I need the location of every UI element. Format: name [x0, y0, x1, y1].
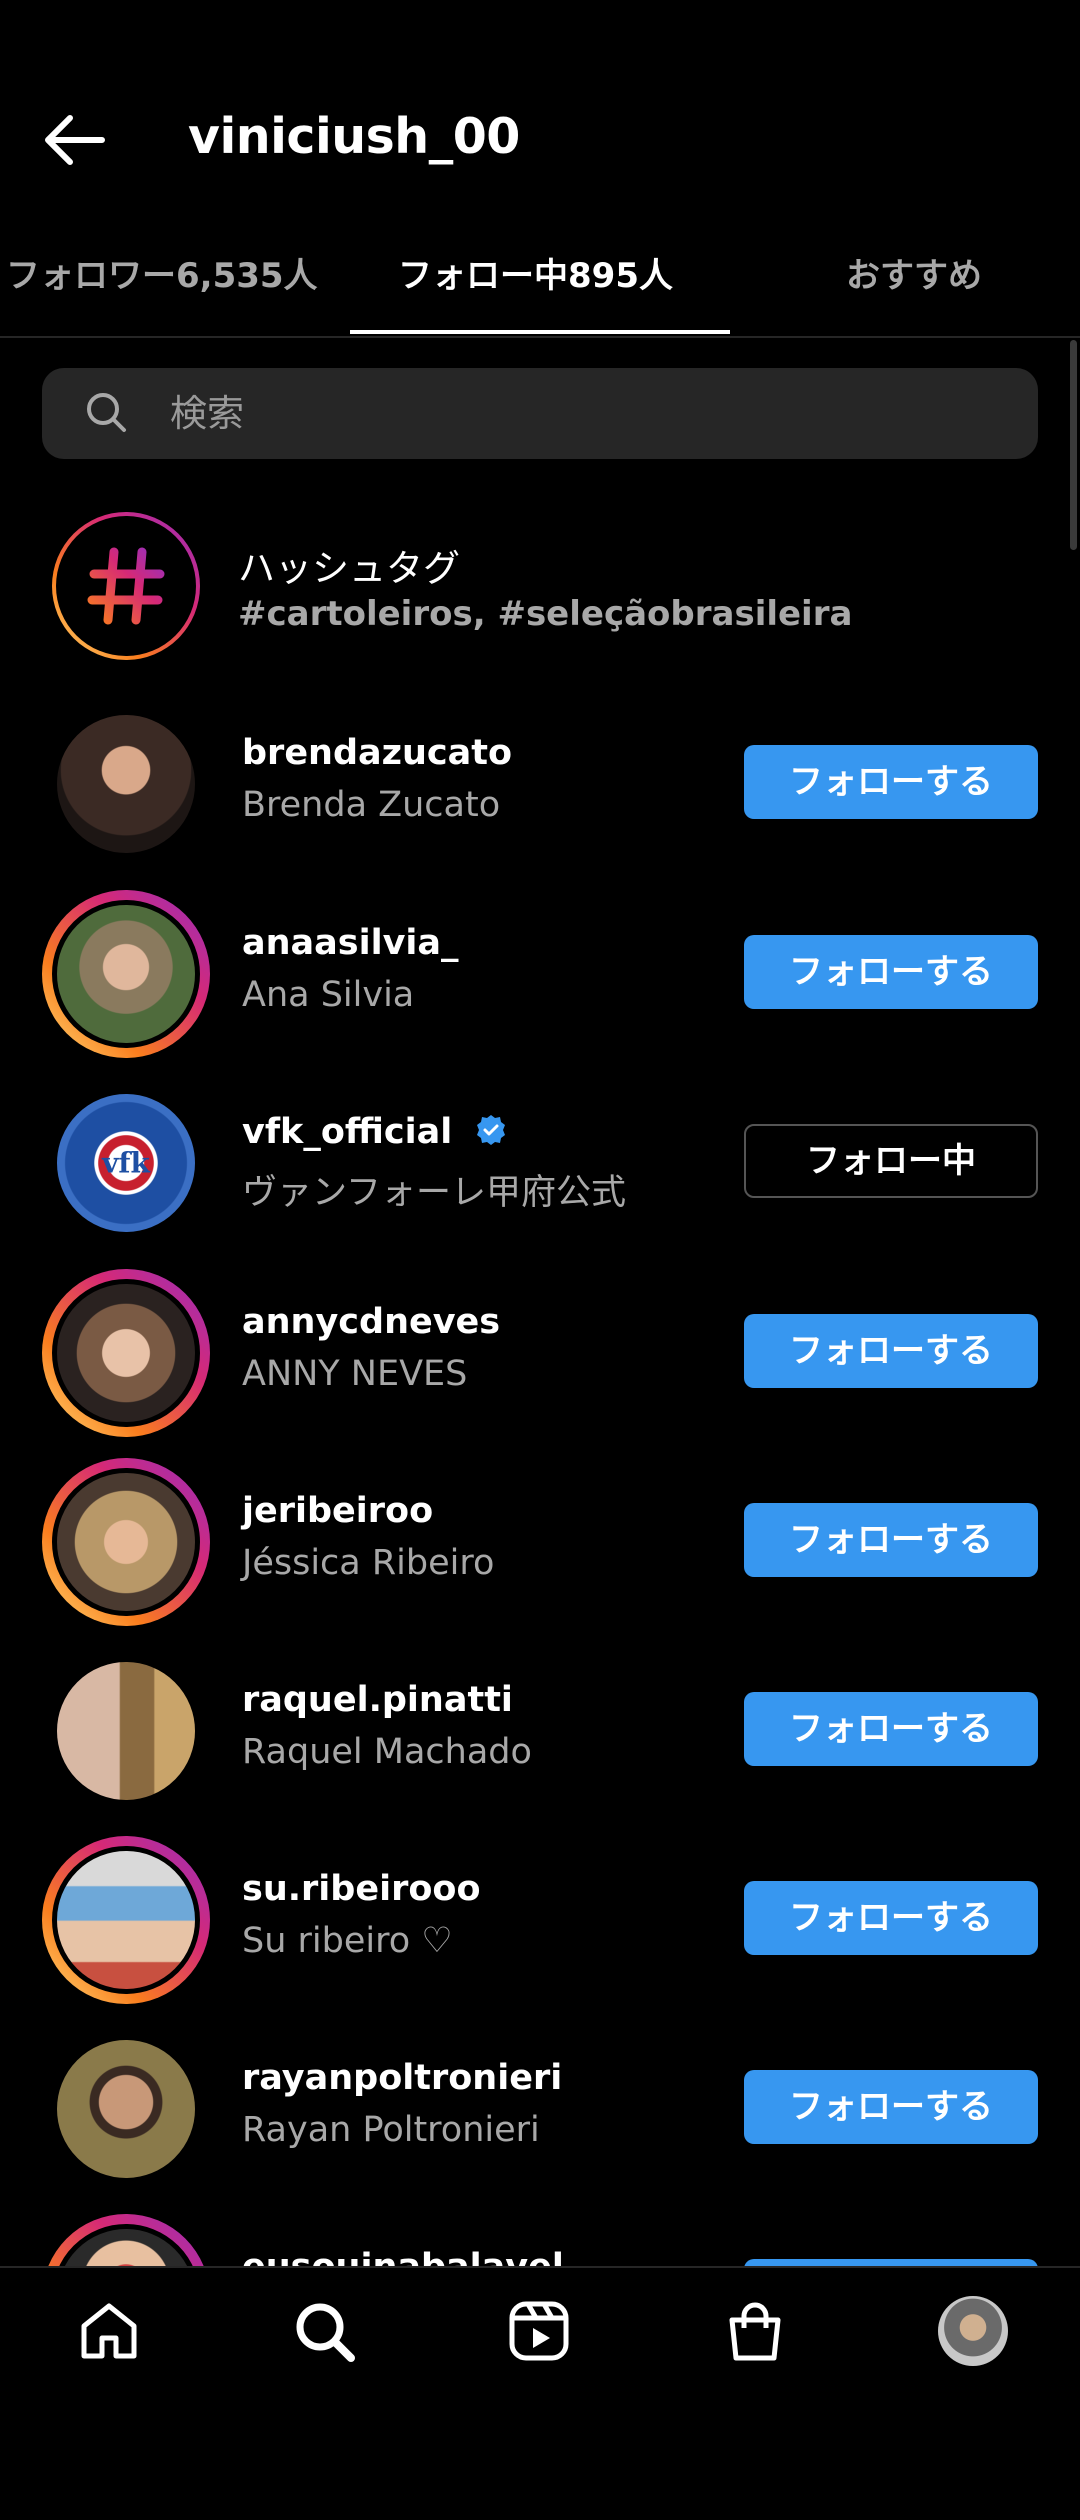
- search-icon: [87, 393, 126, 432]
- avatar[interactable]: [42, 1647, 210, 1815]
- username[interactable]: anaasilvia_: [242, 923, 459, 963]
- list-item[interactable]: vfk vfk_official ヴァンフォーレ甲府公式 フォロー中: [0, 1064, 1080, 1244]
- full-name: ヴァンフォーレ甲府公式: [242, 1173, 626, 1213]
- username[interactable]: annycdneves: [242, 1302, 500, 1342]
- username[interactable]: rayanpoltronieri: [242, 2058, 562, 2098]
- search-icon[interactable]: [291, 2298, 357, 2364]
- full-name: Brenda Zucato: [242, 785, 501, 825]
- username-text: vfk_official: [242, 1112, 453, 1152]
- club-crest-icon: vfk: [101, 1146, 150, 1179]
- profile-avatar[interactable]: [938, 2296, 1008, 2366]
- tab-followers[interactable]: フォロワー6,535人: [6, 248, 318, 297]
- list-item[interactable]: brendazucato Brenda Zucato フォローする: [0, 685, 1080, 865]
- reels-icon[interactable]: [506, 2298, 572, 2364]
- avatar[interactable]: [42, 2025, 210, 2193]
- follow-button[interactable]: フォローする: [744, 1881, 1038, 1955]
- shop-icon[interactable]: [722, 2298, 788, 2364]
- follow-button[interactable]: フォローする: [744, 1314, 1038, 1388]
- following-button[interactable]: フォロー中: [744, 1124, 1038, 1198]
- avatar-story-ring[interactable]: [42, 890, 210, 1058]
- list-item[interactable]: raquel.pinatti Raquel Machado フォローする: [0, 1632, 1080, 1812]
- follow-button[interactable]: フォローする: [744, 1503, 1038, 1577]
- follow-button[interactable]: フォローする: [744, 935, 1038, 1009]
- full-name: Rayan Poltronieri: [242, 2110, 540, 2150]
- avatar[interactable]: vfk: [42, 1079, 210, 1247]
- avatar[interactable]: [42, 700, 210, 868]
- list-item[interactable]: annycdneves ANNY NEVES フォローする: [0, 1254, 1080, 1437]
- username[interactable]: brendazucato: [242, 733, 512, 773]
- follow-button[interactable]: フォローする: [744, 1692, 1038, 1766]
- hashtag-avatar[interactable]: [52, 512, 200, 660]
- full-name: Ana Silvia: [242, 975, 415, 1015]
- username[interactable]: raquel.pinatti: [242, 1680, 513, 1720]
- full-name: ANNY NEVES: [242, 1354, 468, 1394]
- tab-suggested[interactable]: おすすめ: [846, 248, 982, 297]
- hashtag-title[interactable]: ハッシュタグ: [238, 538, 460, 592]
- full-name: Jéssica Ribeiro: [242, 1543, 495, 1583]
- list-item[interactable]: su.ribeirooo Su ribeiro ♡ フォローする: [0, 1821, 1080, 2004]
- avatar-story-ring[interactable]: [42, 1269, 210, 1437]
- scrollbar-thumb[interactable]: [1070, 340, 1077, 550]
- full-name: Su ribeiro ♡: [242, 1921, 453, 1961]
- page-title: viniciush_00: [188, 108, 520, 165]
- back-arrow-icon[interactable]: [40, 110, 108, 170]
- search-input[interactable]: [168, 382, 992, 444]
- list-item[interactable]: anaasilvia_ Ana Silvia フォローする: [0, 875, 1080, 1058]
- follow-button[interactable]: フォローする: [744, 745, 1038, 819]
- avatar-story-ring[interactable]: [42, 1458, 210, 1626]
- svg-text:vfk: vfk: [101, 1146, 150, 1179]
- hashtag-list: #cartoleiros, #seleçãobrasileira: [238, 594, 853, 634]
- tab-divider: [0, 336, 1080, 338]
- username[interactable]: jeribeiroo: [242, 1491, 433, 1531]
- verified-badge-icon: [477, 1115, 506, 1145]
- avatar-story-ring[interactable]: [42, 1836, 210, 2004]
- list-item[interactable]: jeribeiroo Jéssica Ribeiro フォローする: [0, 1443, 1080, 1626]
- full-name: Raquel Machado: [242, 1732, 532, 1772]
- bottom-nav-divider: [0, 2266, 1080, 2268]
- home-icon[interactable]: [76, 2298, 142, 2364]
- username[interactable]: vfk_official: [242, 1112, 508, 1152]
- tab-following[interactable]: フォロー中895人: [398, 248, 673, 297]
- active-tab-indicator: [350, 330, 730, 334]
- hashtag-icon: [87, 547, 165, 625]
- list-item[interactable]: rayanpoltronieri Rayan Poltronieri フォローす…: [0, 2010, 1080, 2190]
- follow-button[interactable]: フォローする: [744, 2070, 1038, 2144]
- username[interactable]: su.ribeirooo: [242, 1869, 481, 1909]
